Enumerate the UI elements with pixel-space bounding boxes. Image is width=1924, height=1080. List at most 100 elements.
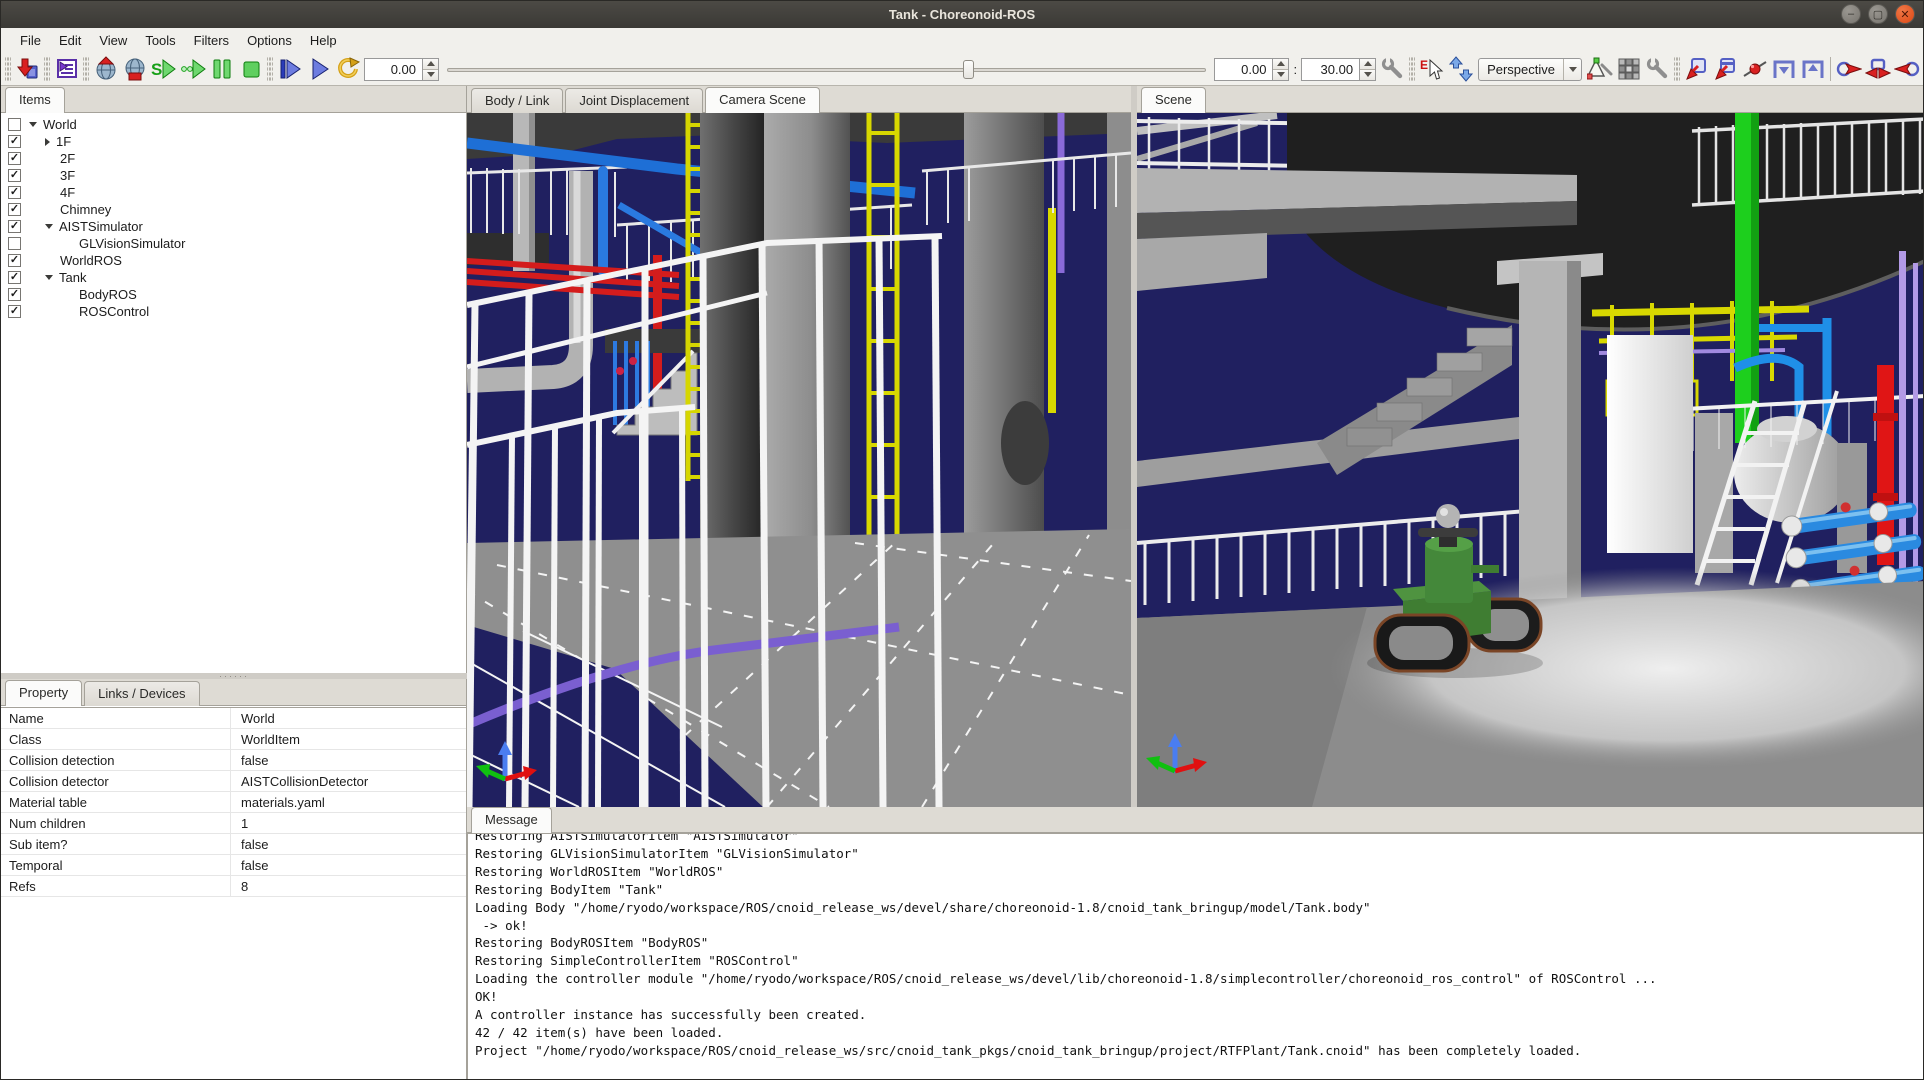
restore-body-positions-icon[interactable] [120,56,149,83]
menu-file[interactable]: File [11,30,50,51]
white-column [1607,335,1693,553]
expander-icon[interactable] [29,122,37,127]
tree-item-2f[interactable]: 2F [1,150,466,167]
item-checkbox[interactable] [8,118,21,131]
pose-right-icon[interactable] [1834,56,1863,83]
tree-item-chimney[interactable]: Chimney [1,201,466,218]
expander-icon[interactable] [45,224,53,229]
menu-edit[interactable]: Edit [50,30,90,51]
tab-body-link[interactable]: Body / Link [471,88,563,113]
message-log[interactable]: Restoring AISTSimulatorItem "AISTSimulat… [467,833,1924,1080]
range-end-value[interactable]: 30.00 [1301,58,1359,81]
menu-help[interactable]: Help [301,30,346,51]
tree-item-world[interactable]: World [1,116,466,133]
resume-simulation-icon[interactable] [178,56,207,83]
menu-tools[interactable]: Tools [136,30,184,51]
item-checkbox[interactable] [8,135,21,148]
close-button[interactable]: ✕ [1895,4,1915,24]
tree-item-bodyros[interactable]: BodyROS [1,286,466,303]
range-start-up[interactable] [1273,59,1288,69]
tab-property[interactable]: Property [5,680,82,706]
pose-left-icon[interactable] [1892,56,1921,83]
scene-config-wrench-icon[interactable] [1643,56,1672,83]
pose-flip-icon[interactable] [1863,56,1892,83]
item-checkbox[interactable] [8,169,21,182]
tab-message[interactable]: Message [471,807,552,833]
minimize-button[interactable]: – [1841,4,1861,24]
refresh-icon[interactable] [333,56,362,83]
load-project-icon[interactable] [13,56,42,83]
item-checkbox[interactable] [8,203,21,216]
menu-view[interactable]: View [90,30,136,51]
range-end-spinbox[interactable]: 30.00 [1301,58,1376,81]
message-view-icon[interactable] [52,56,81,83]
pause-simulation-icon[interactable] [207,56,236,83]
tree-item-4f[interactable]: 4F [1,184,466,201]
stop-simulation-icon[interactable] [236,56,265,83]
scene-canvas[interactable] [1137,113,1924,812]
item-checkbox[interactable] [8,288,21,301]
store-body-positions-icon[interactable] [91,56,120,83]
item-tree[interactable]: World 1F 2F 3F [1,113,466,673]
toolbar-grip[interactable] [1409,57,1415,81]
item-checkbox[interactable] [8,186,21,199]
time-slider[interactable] [447,58,1206,81]
expander-icon[interactable] [45,138,50,146]
tree-item-worldros[interactable]: WorldROS [1,252,466,269]
toolbar-grip[interactable] [44,57,50,81]
chevron-down-icon[interactable] [1563,59,1581,80]
maximize-button[interactable]: ▢ [1868,4,1888,24]
tree-item-tank[interactable]: Tank [1,269,466,286]
expander-icon[interactable] [45,275,53,280]
tab-scene[interactable]: Scene [1141,87,1206,113]
time-value[interactable]: 0.00 [364,58,422,81]
vertex-rendering-icon[interactable] [1585,56,1614,83]
time-slider-handle[interactable] [963,60,974,79]
range-end-down[interactable] [1360,69,1375,80]
edit-mode-icon[interactable]: E [1417,56,1446,83]
menu-filters[interactable]: Filters [185,30,238,51]
item-checkbox[interactable] [8,152,21,165]
tab-items[interactable]: Items [5,87,65,113]
projection-dropdown[interactable]: Perspective [1478,58,1582,81]
toolbar-grip[interactable] [267,57,273,81]
range-end-up[interactable] [1360,59,1375,69]
menu-options[interactable]: Options [238,30,301,51]
time-config-wrench-icon[interactable] [1378,56,1407,83]
time-spin-up[interactable] [423,59,438,69]
tab-joint-displacement[interactable]: Joint Displacement [565,88,703,113]
item-checkbox[interactable] [8,220,21,233]
titlebar[interactable]: Tank - Choreonoid-ROS – ▢ ✕ [1,1,1923,28]
time-slider-groove[interactable] [447,68,1206,72]
center-of-mass-icon[interactable] [1740,56,1769,83]
range-start-down[interactable] [1273,69,1288,80]
toolbar-grip[interactable] [1674,57,1680,81]
toolbar-grip[interactable] [83,57,89,81]
body-move-icon[interactable] [1682,56,1711,83]
seek-start-icon[interactable] [275,56,304,83]
camera-scene-canvas[interactable] [467,113,1131,812]
item-checkbox[interactable] [8,271,21,284]
tab-links-devices[interactable]: Links / Devices [84,681,199,706]
collision-view-icon[interactable] [1614,56,1643,83]
fit-view-icon[interactable] [1446,56,1475,83]
tab-camera-scene[interactable]: Camera Scene [705,87,820,113]
item-checkbox[interactable] [8,254,21,267]
tree-item-roscontrol[interactable]: ROSControl [1,303,466,320]
toolbar-grip[interactable] [5,57,11,81]
origin-out-icon[interactable] [1798,56,1827,83]
body-move-bar-icon[interactable] [1711,56,1740,83]
tree-item-glvisionsimulator[interactable]: GLVisionSimulator [1,235,466,252]
time-spinbox[interactable]: 0.00 [364,58,439,81]
range-start-value[interactable]: 0.00 [1214,58,1272,81]
origin-in-icon[interactable] [1769,56,1798,83]
tree-item-aistsimulator[interactable]: AISTSimulator [1,218,466,235]
tree-item-3f[interactable]: 3F [1,167,466,184]
play-animation-icon[interactable] [304,56,333,83]
item-checkbox[interactable] [8,237,21,250]
item-checkbox[interactable] [8,305,21,318]
start-simulation-icon[interactable]: S [149,56,178,83]
tree-item-1f[interactable]: 1F [1,133,466,150]
range-start-spinbox[interactable]: 0.00 [1214,58,1289,81]
time-spin-down[interactable] [423,69,438,80]
